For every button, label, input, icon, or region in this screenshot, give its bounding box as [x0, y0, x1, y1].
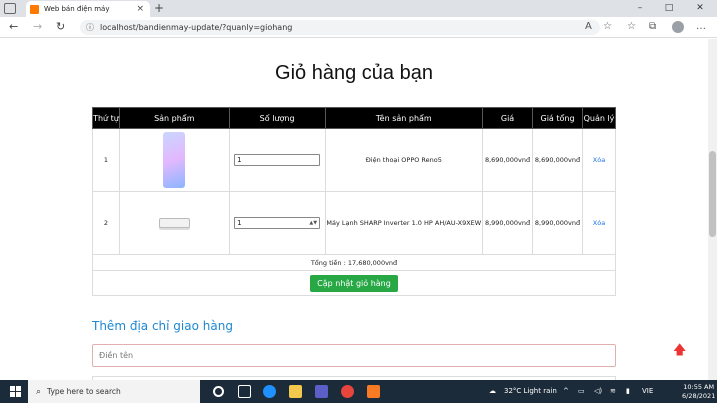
- total-row: Tổng tiền : 17,680,000vnđ: [92, 254, 616, 271]
- tab-title: Web bán điện máy: [44, 5, 110, 13]
- col-header: Giá tổng: [532, 107, 584, 129]
- update-row: Cập nhật giỏ hàng: [92, 270, 616, 296]
- col-header: Tên sản phẩm: [324, 107, 484, 129]
- air-conditioner-image: [158, 218, 190, 228]
- table-row: 2 1 ▲▼ Máy Lạnh SHARP Inverter 1.0 HP AH/…: [92, 191, 616, 255]
- table-row: 1 1 Điện thoại OPPO Reno5 8,690,000vnđ 8…: [92, 128, 616, 192]
- product-total: 8,990,000vnđ: [532, 191, 584, 255]
- volume-icon[interactable]: ◁): [594, 380, 602, 403]
- name-field[interactable]: Điền tên: [92, 344, 616, 367]
- address-heading: Thêm địa chỉ giao hàng: [92, 319, 233, 333]
- quantity-input[interactable]: 1: [234, 154, 321, 166]
- site-info-icon[interactable]: ⓘ: [86, 22, 94, 33]
- windows-start-icon[interactable]: [10, 386, 21, 397]
- collections-icon[interactable]: ⧉: [649, 21, 656, 33]
- cortana-icon[interactable]: [213, 386, 224, 397]
- url-field[interactable]: ⓘ localhost/bandienmay-update/?quanly=gi…: [80, 20, 600, 35]
- update-cart-button[interactable]: Cập nhật giỏ hàng: [310, 274, 398, 292]
- page-content: Giỏ hàng của bạn Thứ tự Sản phẩm Số lượn…: [0, 39, 708, 380]
- table-header-row: Thứ tự Sản phẩm Số lượng Tên sản phẩm Gi…: [92, 107, 616, 129]
- close-window-button[interactable]: ✕: [687, 0, 713, 16]
- tray-chevron-icon[interactable]: ^: [563, 380, 569, 403]
- taskbar-search[interactable]: ⌕ Type here to search: [28, 380, 200, 403]
- scroll-top-icon[interactable]: 🡅: [673, 341, 686, 363]
- file-explorer-icon[interactable]: [289, 385, 302, 398]
- phone-image: [163, 132, 186, 188]
- edge-icon[interactable]: [263, 385, 276, 398]
- col-header: Giá: [482, 107, 534, 129]
- quantity-stepper[interactable]: 1 ▲▼: [234, 217, 321, 229]
- row-index: 1: [92, 128, 120, 192]
- profile-avatar[interactable]: [672, 21, 684, 33]
- site-favicon-icon: [30, 4, 39, 14]
- new-tab-button[interactable]: +: [154, 1, 164, 16]
- col-header: Sản phẩm: [118, 107, 230, 129]
- product-price: 8,690,000vnđ: [482, 128, 534, 192]
- tab-close-icon[interactable]: ×: [136, 4, 144, 14]
- col-header: Quản lý: [582, 107, 616, 129]
- minimize-button[interactable]: –: [627, 0, 653, 16]
- qty-cell: 1 ▲▼: [228, 191, 326, 255]
- qty-cell: 1: [228, 128, 326, 192]
- more-menu-icon[interactable]: …: [696, 21, 706, 33]
- clock[interactable]: 10:55 AM 6/28/2021: [682, 383, 715, 401]
- weather-text[interactable]: 32°C Light rain: [504, 380, 557, 403]
- col-header: Số lượng: [228, 107, 326, 129]
- browser-tab[interactable]: Web bán điện máy ×: [26, 1, 150, 17]
- xampp-icon[interactable]: [367, 385, 380, 398]
- url-text: localhost/bandienmay-update/?quanly=gioh…: [100, 23, 293, 32]
- task-view-icon[interactable]: [238, 385, 251, 398]
- product-name: Điện thoại OPPO Reno5: [324, 128, 484, 192]
- row-index: 2: [92, 191, 120, 255]
- tab-bar: Web bán điện máy × + – □ ✕: [0, 0, 717, 17]
- page-scrollbar[interactable]: [708, 39, 717, 380]
- battery-icon[interactable]: ▮: [626, 380, 630, 403]
- time: 10:55 AM: [683, 383, 715, 391]
- product-image: [118, 128, 230, 192]
- search-icon: ⌕: [36, 386, 42, 397]
- delete-link[interactable]: Xóa: [593, 156, 605, 164]
- address-bar: ← → ↻ ⓘ localhost/bandienmay-update/?qua…: [0, 17, 717, 38]
- delete-link[interactable]: Xóa: [593, 219, 605, 227]
- favorites-bar-icon[interactable]: ☆: [627, 21, 636, 33]
- cart-table: Thứ tự Sản phẩm Số lượng Tên sản phẩm Gi…: [92, 107, 616, 296]
- date: 6/28/2021: [682, 392, 716, 400]
- read-aloud-icon[interactable]: A: [585, 21, 592, 33]
- product-name: Máy Lạnh SHARP Inverter 1.0 HP AH/AU-X9X…: [324, 191, 484, 255]
- back-icon[interactable]: ←: [9, 20, 18, 34]
- product-price: 8,990,000vnđ: [482, 191, 534, 255]
- grand-total: Tổng tiền : 17,680,000vnđ: [92, 254, 616, 271]
- reload-icon[interactable]: ↻: [56, 20, 65, 34]
- teams-icon[interactable]: [315, 385, 328, 398]
- taskbar: ⌕ Type here to search ☁ 32°C Light rain …: [0, 380, 717, 403]
- network-icon[interactable]: ▭: [578, 380, 585, 403]
- forward-icon[interactable]: →: [33, 20, 42, 34]
- col-header: Thứ tự: [92, 107, 120, 129]
- wifi-icon[interactable]: ≋: [610, 380, 616, 403]
- product-image: [118, 191, 230, 255]
- language-indicator[interactable]: VIE: [642, 380, 653, 403]
- favorite-icon[interactable]: ☆: [603, 21, 612, 33]
- scrollbar-thumb[interactable]: [709, 151, 716, 237]
- search-placeholder: Type here to search: [47, 387, 121, 396]
- chrome-icon[interactable]: [341, 385, 354, 398]
- maximize-button[interactable]: □: [656, 0, 682, 16]
- weather-icon[interactable]: ☁: [489, 380, 496, 403]
- spinner-arrows-icon[interactable]: ▲▼: [309, 220, 319, 226]
- tab-actions-icon[interactable]: [4, 3, 16, 14]
- page-title: Giỏ hàng của bạn: [275, 62, 433, 84]
- product-total: 8,690,000vnđ: [532, 128, 584, 192]
